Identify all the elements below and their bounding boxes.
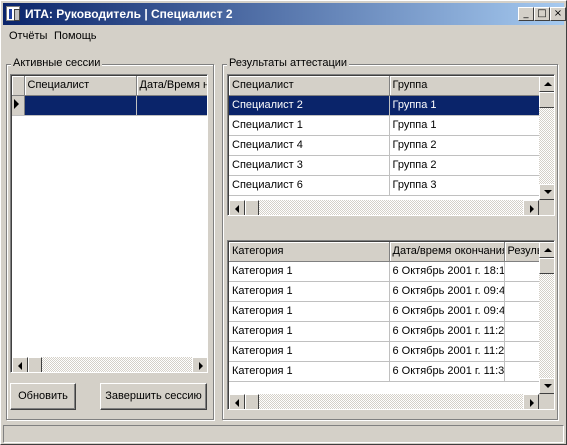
window-title: ИТА: Руководитель | Специалист 2 xyxy=(25,7,233,21)
table-row[interactable]: Категория 16 Октябрь 2001 г. 11:21 xyxy=(229,341,554,362)
scroll-corner xyxy=(539,394,554,409)
refresh-button[interactable]: Обновить xyxy=(10,383,76,410)
arrow-right-icon xyxy=(530,399,534,407)
scroll-thumb[interactable] xyxy=(539,92,554,108)
details-cell-category[interactable]: Категория 1 xyxy=(229,341,390,362)
scroll-right-button[interactable] xyxy=(523,200,539,215)
row-indicator-icon xyxy=(12,95,25,116)
table-row[interactable]: Категория 16 Октябрь 2001 г. 09:45 xyxy=(229,281,554,302)
active-sessions-label: Активные сессии xyxy=(11,57,103,69)
scroll-thumb[interactable] xyxy=(28,357,42,372)
table-row[interactable]: Специалист 4 Группа 2 xyxy=(229,135,540,156)
menu-reports[interactable]: Отчёты xyxy=(9,30,47,42)
details-cell-category[interactable]: Категория 1 xyxy=(229,321,390,342)
results-cell-specialist[interactable]: Специалист 2 xyxy=(229,95,390,116)
table-row[interactable]: Категория 16 Октябрь 2001 г. 09:47 xyxy=(229,301,554,322)
details-cell-finished[interactable]: 6 Октябрь 2001 г. 11:33 xyxy=(389,361,505,382)
details-col-category[interactable]: Категория xyxy=(229,242,390,262)
scroll-thumb[interactable] xyxy=(539,258,554,274)
menu-help[interactable]: Помощь xyxy=(54,30,97,42)
results-col-specialist[interactable]: Специалист xyxy=(229,76,390,96)
details-col-finished[interactable]: Дата/время окончания xyxy=(389,242,505,262)
sessions-cell-specialist[interactable] xyxy=(24,95,137,116)
menu-bar: Отчёты Помощь xyxy=(3,27,564,45)
details-vscrollbar[interactable] xyxy=(539,242,554,394)
maximize-button[interactable]: □ xyxy=(534,7,550,21)
scroll-right-button[interactable] xyxy=(523,394,539,409)
main-window: ИТА: Руководитель | Специалист 2 _ □ × О… xyxy=(0,0,567,445)
arrow-left-icon xyxy=(18,362,22,370)
table-row[interactable]: Специалист 3 Группа 2 xyxy=(229,155,540,176)
sessions-col-specialist[interactable]: Специалист xyxy=(24,76,137,96)
arrow-left-icon xyxy=(235,205,239,213)
arrow-up-icon xyxy=(544,82,552,86)
end-session-button[interactable]: Завершить сессию xyxy=(100,383,207,410)
table-row[interactable]: Категория 16 Октябрь 2001 г. 11:33 xyxy=(229,361,554,382)
scroll-down-button[interactable] xyxy=(539,378,554,394)
sessions-hscrollbar[interactable] xyxy=(12,357,207,372)
details-cell-finished[interactable]: 6 Октябрь 2001 г. 09:45 xyxy=(389,281,505,302)
details-cell-category[interactable]: Категория 1 xyxy=(229,281,390,302)
table-row[interactable]: Специалист 6 Группа 3 xyxy=(229,175,540,196)
results-cell-specialist[interactable]: Специалист 6 xyxy=(229,175,390,196)
results-label: Результаты аттестации xyxy=(227,57,350,69)
scroll-left-button[interactable] xyxy=(12,357,28,372)
scroll-thumb[interactable] xyxy=(245,200,259,215)
scroll-left-button[interactable] xyxy=(229,394,245,409)
details-cell-category[interactable]: Категория 1 xyxy=(229,361,390,382)
scroll-right-button[interactable] xyxy=(192,357,207,372)
scroll-up-button[interactable] xyxy=(539,76,554,92)
results-cell-specialist[interactable]: Специалист 4 xyxy=(229,135,390,156)
table-row[interactable]: Специалист 2 Группа 1 xyxy=(229,95,540,116)
results-cell-group[interactable]: Группа 2 xyxy=(389,155,540,176)
sessions-corner-header xyxy=(12,76,25,96)
details-cell-finished[interactable]: 6 Октябрь 2001 г. 18:14 xyxy=(389,261,505,282)
arrow-left-icon xyxy=(235,399,239,407)
results-cell-specialist[interactable]: Специалист 1 xyxy=(229,115,390,136)
table-row[interactable]: Категория 16 Октябрь 2001 г. 18:14 xyxy=(229,261,554,282)
arrow-right-icon xyxy=(199,362,203,370)
results-col-group[interactable]: Группа xyxy=(389,76,540,96)
results-cell-group[interactable]: Группа 1 xyxy=(389,115,540,136)
close-button[interactable]: × xyxy=(550,7,566,21)
splitter[interactable] xyxy=(227,216,555,222)
table-row[interactable] xyxy=(12,95,207,116)
scroll-thumb[interactable] xyxy=(245,394,259,409)
results-hscrollbar[interactable] xyxy=(229,200,539,215)
minimize-button[interactable]: _ xyxy=(518,7,534,21)
scroll-corner xyxy=(539,200,554,215)
details-hscrollbar[interactable] xyxy=(229,394,539,409)
details-cell-category[interactable]: Категория 1 xyxy=(229,261,390,282)
table-row[interactable]: Специалист 1 Группа 1 xyxy=(229,115,540,136)
arrow-right-icon xyxy=(530,205,534,213)
details-cell-category[interactable]: Категория 1 xyxy=(229,301,390,322)
title-bar[interactable]: ИТА: Руководитель | Специалист 2 _ □ × xyxy=(3,3,566,25)
status-bar xyxy=(3,425,564,443)
arrow-down-icon xyxy=(544,384,552,388)
status-panel xyxy=(3,425,564,443)
details-grid[interactable]: Категория Дата/время окончания Результ К… xyxy=(227,240,555,410)
details-cell-finished[interactable]: 6 Октябрь 2001 г. 11:21 xyxy=(389,341,505,362)
sessions-cell-datetime[interactable] xyxy=(136,95,207,116)
scroll-down-button[interactable] xyxy=(539,184,554,200)
results-grid[interactable]: Специалист Группа Специалист 2 Группа 1 Сп… xyxy=(227,74,555,216)
sessions-col-datetime[interactable]: Дата/Время н xyxy=(136,76,207,96)
results-cell-group[interactable]: Группа 1 xyxy=(389,95,540,116)
results-cell-group[interactable]: Группа 2 xyxy=(389,135,540,156)
arrow-down-icon xyxy=(544,190,552,194)
results-cell-group[interactable]: Группа 3 xyxy=(389,175,540,196)
details-cell-finished[interactable]: 6 Октябрь 2001 г. 11:20 xyxy=(389,321,505,342)
table-row[interactable]: Категория 16 Октябрь 2001 г. 11:20 xyxy=(229,321,554,342)
results-cell-specialist[interactable]: Специалист 3 xyxy=(229,155,390,176)
results-vscrollbar[interactable] xyxy=(539,76,554,200)
scroll-up-button[interactable] xyxy=(539,242,554,258)
details-cell-finished[interactable]: 6 Октябрь 2001 г. 09:47 xyxy=(389,301,505,322)
app-icon xyxy=(6,6,20,21)
arrow-up-icon xyxy=(544,248,552,252)
sessions-grid[interactable]: Специалист Дата/Время н xyxy=(10,74,208,373)
scroll-left-button[interactable] xyxy=(229,200,245,215)
